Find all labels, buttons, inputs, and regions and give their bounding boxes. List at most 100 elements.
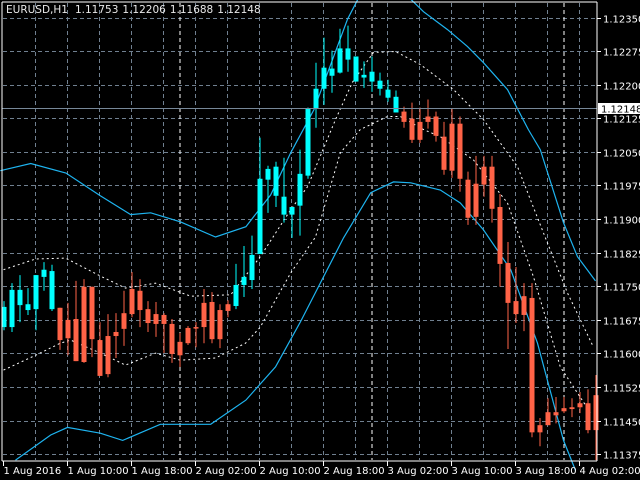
candle-body: [209, 301, 215, 340]
candle-body: [177, 341, 183, 356]
candle-body: [521, 296, 527, 315]
header-high: 1.12206: [122, 4, 166, 16]
candle-body: [561, 408, 567, 412]
candle-body: [385, 89, 391, 98]
candle-body: [553, 412, 559, 416]
candle-body: [353, 56, 359, 82]
candle-bullish: [9, 283, 15, 332]
price-chart[interactable]: 1.12350 1.12275 1.12200 1.12125 1.12050 1.119…: [0, 0, 640, 480]
candle-body: [201, 302, 207, 328]
candle-body: [161, 314, 167, 324]
candle-body: [185, 327, 191, 344]
candle-body: [169, 323, 175, 354]
current-price-tag: 1.12148: [598, 103, 640, 116]
candle-body: [585, 403, 591, 431]
time-tick-label: 2 Aug 10:00: [260, 466, 321, 477]
candle-body: [121, 313, 127, 329]
candle-body: [489, 166, 495, 209]
candle-body: [345, 48, 351, 60]
candle-body: [297, 173, 303, 206]
price-tick-label: 1.12125: [603, 115, 640, 126]
candle-body: [569, 407, 575, 410]
candle-body: [513, 301, 519, 315]
candle-body: [145, 309, 151, 324]
candle-body: [9, 289, 15, 328]
time-tick-label: 3 Aug 02:00: [388, 466, 449, 477]
candle-body: [233, 284, 239, 307]
current-price-label: 1.12148: [601, 105, 640, 116]
candle-bullish: [305, 107, 311, 179]
price-tick-label: 1.11600: [603, 350, 640, 361]
candle-body: [377, 80, 383, 89]
candle-body: [313, 88, 319, 109]
candle-body: [65, 319, 71, 339]
candle-bullish: [353, 56, 359, 82]
candle-body: [441, 136, 447, 170]
candle-body: [113, 331, 119, 337]
time-tick-label: 1 Aug 18:00: [132, 466, 193, 477]
time-tick-label: 3 Aug 18:00: [516, 466, 577, 477]
candle-body: [321, 67, 327, 89]
candle-body: [249, 254, 255, 281]
symbol-timeframe: EURUSD,H1: [6, 4, 68, 16]
candle-body: [289, 207, 295, 215]
candle-body: [41, 269, 47, 277]
candle-bearish: [529, 283, 535, 438]
candle-bullish: [49, 264, 55, 311]
candle-body: [361, 74, 367, 78]
candle-body: [505, 263, 511, 303]
candle-body: [393, 96, 399, 113]
candle-body: [417, 121, 423, 140]
candle-body: [17, 289, 23, 306]
candle-body: [81, 286, 87, 363]
price-tick-label: 1.11375: [603, 451, 640, 462]
candle-body: [425, 116, 431, 122]
price-tick-label: 1.11825: [603, 250, 640, 261]
header-close: 1.12148: [217, 4, 260, 16]
time-tick-label: 3 Aug 10:00: [452, 466, 513, 477]
candle-bearish: [81, 279, 87, 363]
candle-body: [337, 48, 343, 73]
time-tick-label: 2 Aug 02:00: [196, 466, 257, 477]
time-tick-label: 2 Aug 18:00: [324, 466, 385, 477]
candle-body: [577, 403, 583, 408]
time-tick-label: 4 Aug 02:00: [580, 466, 640, 477]
candle-body: [545, 412, 551, 426]
candle-body: [225, 304, 231, 311]
candle-body: [217, 310, 223, 340]
header-open: 1.11753: [75, 4, 118, 16]
candle-body: [481, 166, 487, 185]
candle-body: [273, 166, 279, 196]
candle-body: [401, 111, 407, 122]
price-tick-label: 1.11975: [603, 182, 640, 193]
candle-body: [433, 116, 439, 136]
candle-body: [105, 336, 111, 375]
candle-body: [33, 275, 39, 310]
candle-body: [25, 304, 31, 311]
price-tick-label: 1.11750: [603, 283, 640, 294]
candle-body: [97, 340, 103, 376]
candle-body: [129, 288, 135, 315]
candle-body: [137, 290, 143, 311]
candle-body: [449, 123, 455, 171]
candle-body: [369, 71, 375, 82]
candle-body: [257, 178, 263, 255]
price-tick-label: 1.12050: [603, 149, 640, 160]
candle-body: [593, 395, 599, 431]
price-tick-label: 1.11900: [603, 216, 640, 227]
candle-body: [265, 168, 271, 180]
price-tick-label: 1.12275: [603, 48, 640, 59]
candle-body: [153, 314, 159, 324]
candle-body: [73, 319, 79, 362]
time-tick-label: 1 Aug 2016: [4, 466, 62, 477]
price-tick-label: 1.11675: [603, 317, 640, 328]
candle-bearish: [185, 326, 191, 345]
candle-body: [49, 271, 55, 310]
price-tick-label: 1.12200: [603, 82, 640, 93]
candle-body: [537, 425, 543, 433]
candle-body: [57, 307, 63, 341]
header-low: 1.11688: [170, 4, 213, 16]
candle-body: [409, 118, 415, 140]
time-tick-label: 1 Aug 10:00: [68, 466, 129, 477]
candle-body: [329, 68, 335, 76]
